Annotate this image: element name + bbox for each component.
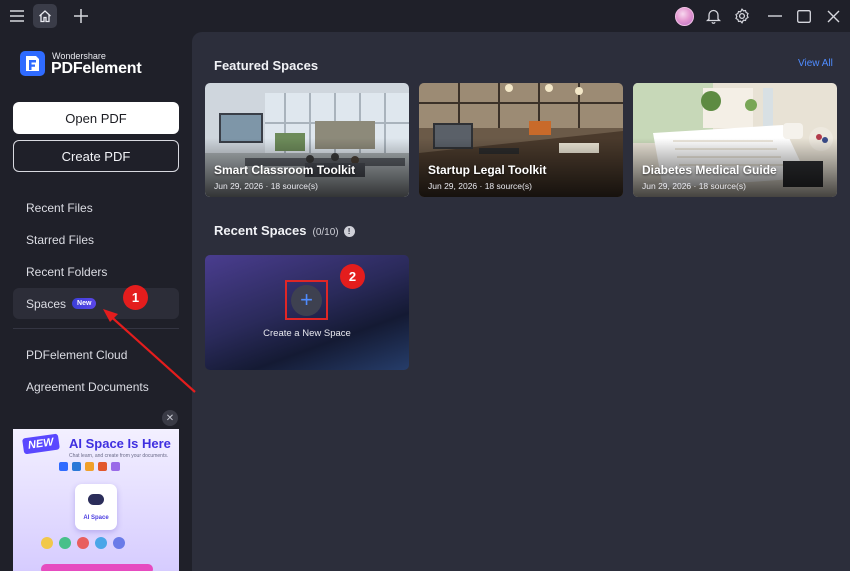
ad-title: AI Space Is Here bbox=[69, 436, 171, 451]
ad-file-type-icons bbox=[59, 462, 120, 471]
sidebar-item-label: PDFelement Cloud bbox=[26, 347, 128, 362]
sidebar-item-label: Recent Folders bbox=[26, 264, 108, 279]
ad-new-badge: NEW bbox=[22, 433, 60, 455]
featured-space-card[interactable]: Startup Legal Toolkit Jun 29, 2026 · 18 … bbox=[419, 83, 623, 197]
word-file-icon bbox=[72, 462, 81, 471]
sidebar-item-pdfelement-cloud[interactable]: PDFelement Cloud bbox=[13, 339, 179, 370]
link-file-icon bbox=[111, 462, 120, 471]
info-icon[interactable]: ! bbox=[343, 226, 355, 237]
add-space-plus-icon[interactable]: + bbox=[291, 284, 322, 316]
home-icon[interactable] bbox=[33, 4, 57, 28]
card-meta: Jun 29, 2026 · 18 source(s) bbox=[428, 181, 532, 191]
create-pdf-button[interactable]: Create PDF bbox=[13, 140, 179, 172]
sidebar-item-agreement-documents[interactable]: Agreement Documents bbox=[13, 371, 179, 402]
featured-space-card[interactable]: Diabetes Medical Guide Jun 29, 2026 · 18… bbox=[633, 83, 837, 197]
sidebar-item-recent-files[interactable]: Recent Files bbox=[13, 192, 179, 223]
highlight-box: + bbox=[285, 280, 328, 320]
ad-close-icon[interactable]: ✕ bbox=[162, 410, 178, 426]
close-icon[interactable] bbox=[821, 4, 845, 28]
ai-space-promo-banner[interactable]: NEW AI Space Is Here Chat learn, and cre… bbox=[13, 429, 179, 571]
sidebar-item-recent-folders[interactable]: Recent Folders bbox=[13, 256, 179, 287]
sidebar-item-label: Spaces bbox=[26, 296, 67, 311]
card-title: Startup Legal Toolkit bbox=[428, 163, 547, 177]
ad-cta-button[interactable] bbox=[41, 564, 153, 571]
main-panel: Featured Spaces View All Smart Classroom… bbox=[192, 32, 850, 571]
recent-spaces-header: Recent Spaces (0/10)! bbox=[214, 223, 355, 238]
gear-icon[interactable] bbox=[730, 4, 754, 28]
feature-icon bbox=[95, 537, 107, 549]
ai-space-card: AI Space bbox=[75, 484, 117, 530]
create-new-space-label: Create a New Space bbox=[263, 328, 351, 339]
card-title: Diabetes Medical Guide bbox=[642, 163, 777, 177]
avatar[interactable] bbox=[675, 7, 694, 26]
open-pdf-button[interactable]: Open PDF bbox=[13, 102, 179, 134]
sidebar-divider bbox=[13, 328, 179, 329]
sidebar-item-label: Recent Files bbox=[26, 200, 93, 215]
step-badge-1: 1 bbox=[123, 285, 148, 310]
app-logo: Wondershare PDFelement bbox=[20, 51, 142, 77]
card-meta: Jun 29, 2026 · 18 source(s) bbox=[642, 181, 746, 191]
feature-icon bbox=[41, 537, 53, 549]
sidebar-item-starred-files[interactable]: Starred Files bbox=[13, 224, 179, 255]
minimize-icon[interactable] bbox=[763, 4, 787, 28]
image-file-icon bbox=[85, 462, 94, 471]
card-meta: Jun 29, 2026 · 18 source(s) bbox=[214, 181, 318, 191]
maximize-icon[interactable] bbox=[792, 4, 816, 28]
pdfelement-logo-icon bbox=[20, 51, 45, 76]
featured-space-card[interactable]: Smart Classroom Toolkit Jun 29, 2026 · 1… bbox=[205, 83, 409, 197]
recent-spaces-title: Recent Spaces bbox=[214, 223, 307, 238]
sidebar: Wondershare PDFelement Open PDF Create P… bbox=[0, 32, 192, 571]
sidebar-item-label: Starred Files bbox=[26, 232, 95, 247]
recent-spaces-count: (0/10) bbox=[312, 227, 339, 238]
feature-icon bbox=[59, 537, 71, 549]
title-bar bbox=[0, 0, 850, 32]
create-new-space-card[interactable]: + Create a New Space bbox=[205, 255, 409, 370]
ai-space-icon bbox=[88, 494, 104, 505]
featured-spaces-title: Featured Spaces bbox=[214, 58, 319, 73]
step-badge-2: 2 bbox=[340, 264, 365, 289]
ad-feature-icons bbox=[41, 537, 125, 549]
sidebar-item-label: Agreement Documents bbox=[26, 379, 149, 394]
bell-icon[interactable] bbox=[701, 4, 725, 28]
view-all-link[interactable]: View All bbox=[798, 58, 833, 69]
new-badge: New bbox=[72, 298, 97, 309]
card-title: Smart Classroom Toolkit bbox=[214, 163, 356, 177]
menu-icon[interactable] bbox=[5, 4, 29, 28]
plus-icon[interactable] bbox=[69, 4, 93, 28]
ppt-file-icon bbox=[98, 462, 107, 471]
ai-space-card-label: AI Space bbox=[83, 515, 109, 521]
feature-icon bbox=[113, 537, 125, 549]
pdf-file-icon bbox=[59, 462, 68, 471]
feature-icon bbox=[77, 537, 89, 549]
ad-subtitle: Chat learn, and create from your documen… bbox=[69, 453, 169, 459]
sidebar-item-spaces[interactable]: Spaces New bbox=[13, 288, 179, 319]
logo-product-text: PDFelement bbox=[51, 60, 142, 77]
